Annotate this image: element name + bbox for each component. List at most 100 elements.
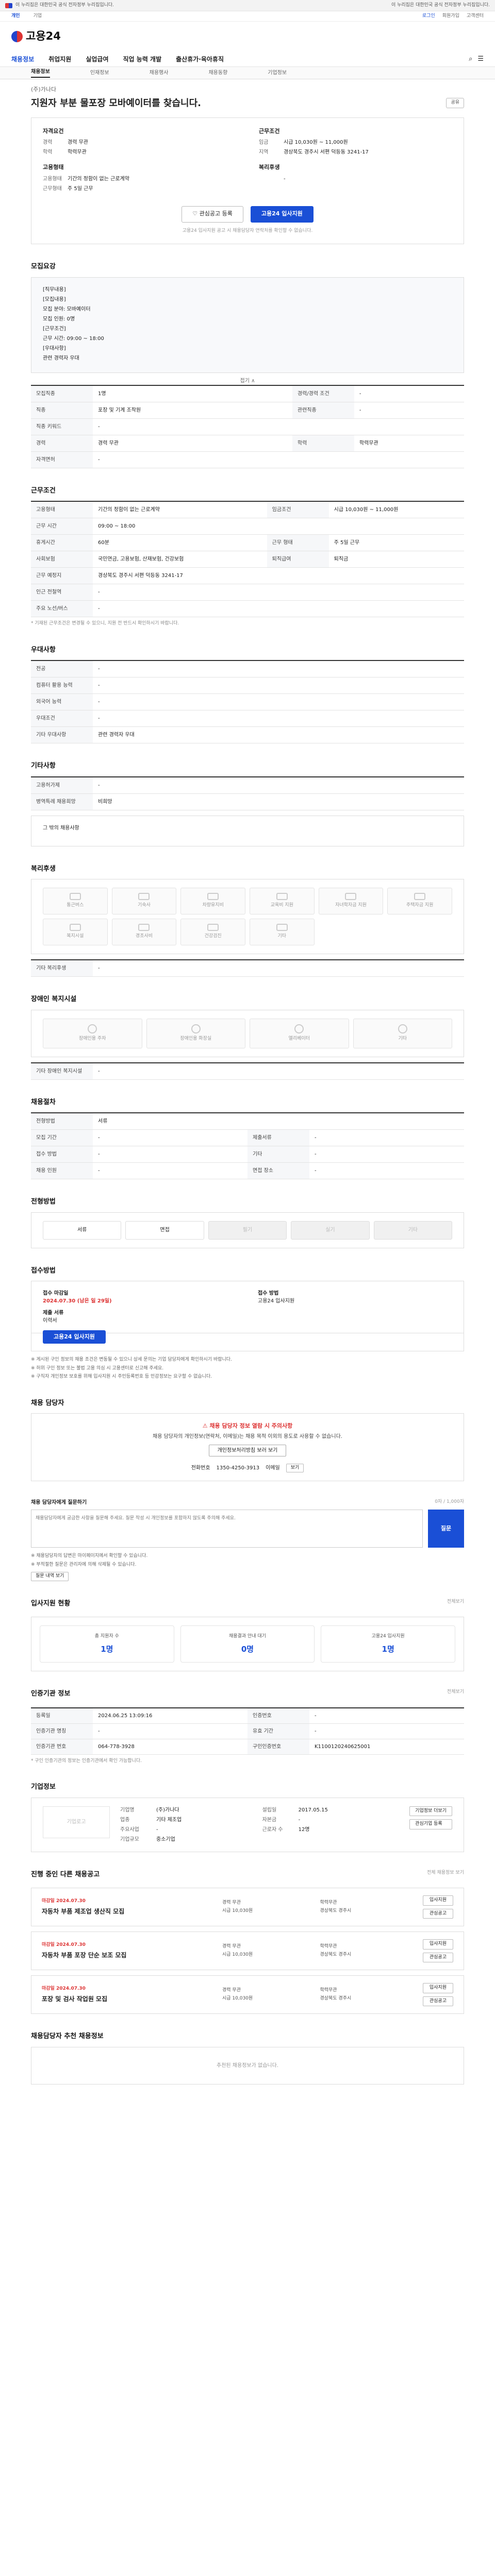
sub-nav-item[interactable]: 기업정보 <box>268 69 287 77</box>
job-action-button[interactable]: 관심공고 <box>422 1952 453 1962</box>
search-icon[interactable]: ⌕ <box>469 54 472 64</box>
privacy-button[interactable]: 개인정보처리방침 보러 보기 <box>208 1444 287 1456</box>
job-action-button[interactable]: 입사지원 <box>422 1983 453 1993</box>
stat-value: 1명 <box>382 1644 394 1654</box>
menu-icon[interactable]: ☰ <box>477 54 484 64</box>
save-job-button[interactable]: ♡ 관심공고 등록 <box>182 206 243 223</box>
tab-company[interactable]: 기업 <box>34 13 42 20</box>
job-meta-item: 시급 10,030원 <box>222 1996 253 2001</box>
table-row: 병역특례 채용희망 비희망 <box>31 793 464 810</box>
process-step: 서류 <box>43 1221 122 1240</box>
table-header-cell: 관련직종 <box>292 402 354 419</box>
nav-item-leave[interactable]: 출산휴가·육아휴직 <box>176 55 224 64</box>
section-receipt: 접수방법 접수 마감일 2024.07.30 (남은 일 29일) 접수 방법 고용2… <box>31 1266 464 1381</box>
table-cell: - <box>354 402 464 419</box>
process-step: 필기 <box>208 1221 287 1240</box>
tab-individual[interactable]: 개인 <box>11 13 20 20</box>
section-title: 진행 중인 다른 채용공고 <box>31 1870 100 1878</box>
logo-text[interactable]: 고용24 <box>26 28 61 45</box>
summary-value: 경상북도 경주시 서편 덕등동 3241-17 <box>284 149 369 155</box>
company-more-button[interactable]: 기업정보 더보기 <box>409 1806 452 1816</box>
jobs-more-link[interactable]: 전체 채용정보 보기 <box>427 1870 464 1885</box>
contact-view-button[interactable]: 보기 <box>286 1463 304 1472</box>
table-header-cell: 직종 <box>31 402 93 419</box>
info-more-link[interactable]: 전체보기 <box>447 1689 464 1704</box>
section-title: 기업정보 <box>31 1783 56 1791</box>
job-title[interactable]: 자동차 부품 포장 단순 보조 모집 <box>42 1951 212 1960</box>
job-title[interactable]: 포장 및 검사 작업원 모집 <box>42 1994 212 2004</box>
info-header-cell: 등록일 <box>31 1708 93 1724</box>
company-key: 기업명 <box>120 1807 135 1813</box>
summary-group-title: 자격요건 <box>43 127 64 134</box>
logo-icon[interactable] <box>11 31 23 42</box>
welfare-icon <box>69 924 81 931</box>
welfare-extra-value: - <box>93 960 464 977</box>
gov-banner: 이 누리집은 대한민국 공식 전자정부 누리집입니다. 이 누리집은 대한민국 … <box>0 0 495 11</box>
sub-nav-item[interactable]: 채용동향 <box>208 69 227 77</box>
table-header-cell: 채용 인원 <box>31 1162 93 1179</box>
job-meta-item: 학력무관 <box>320 1987 337 1993</box>
login-link[interactable]: 로그인 <box>422 13 435 20</box>
recommend-empty: 추천된 채용정보가 없습니다. <box>31 2046 464 2084</box>
qa-send-button[interactable]: 질문 <box>428 1510 464 1548</box>
stats-more-link[interactable]: 전체보기 <box>447 1599 464 1614</box>
sub-nav-item[interactable]: 채용행사 <box>150 69 169 77</box>
job-title[interactable]: 자동차 부품 제조업 생산직 모집 <box>42 1907 212 1916</box>
table-row: 모집 기간 - 제출서류 - <box>31 1129 464 1146</box>
job-meta: 경력 무관 학력무관 시급 10,030원 경상북도 경주시 <box>222 1900 412 1915</box>
welfare-icon <box>345 893 357 901</box>
table-cell: 1명 <box>93 385 292 402</box>
job-meta-item: 경력 무관 <box>222 1943 241 1949</box>
job-action-button[interactable]: 입사지원 <box>422 1939 453 1950</box>
accessibility-icon <box>191 1024 201 1033</box>
job-action-button[interactable]: 입사지원 <box>422 1895 453 1906</box>
job-meta-item: 경상북도 경주시 <box>320 1952 352 1957</box>
nav-item-training[interactable]: 직업 능력 개발 <box>123 55 162 64</box>
support-link[interactable]: 고객센터 <box>467 13 484 20</box>
summary-group: 자격요건 경력 경력 무관 학력 학력무관 <box>43 127 236 159</box>
receipt-apply-button[interactable]: 고용24 입사지원 <box>43 1330 106 1344</box>
job-action-button[interactable]: 관심공고 <box>422 1908 453 1919</box>
signup-link[interactable]: 회원가입 <box>442 13 459 20</box>
gov-banner-right[interactable]: 이 누리집은 대한민국 공식 전자정부 누리집입니다. <box>391 2 490 9</box>
receipt-label: 제출 서류 <box>43 1310 64 1316</box>
nav-item-benefit[interactable]: 실업급여 <box>86 55 108 64</box>
summary-row: 학력 학력무관 <box>43 148 236 156</box>
table-header-cell: 접수 방법 <box>31 1146 93 1163</box>
job-meta-item: 학력무관 <box>320 1900 337 1905</box>
sub-nav-item[interactable]: 인재정보 <box>90 69 109 77</box>
fold-button[interactable]: 접기 ∧ <box>31 377 464 385</box>
nav-item-support[interactable]: 취업지원 <box>48 55 71 64</box>
table-header-cell: 근무 시간 <box>31 518 93 535</box>
company-favorite-button[interactable]: 관심기업 등록 <box>409 1819 452 1829</box>
job-action-button[interactable]: 관심공고 <box>422 1996 453 2006</box>
table-header-cell: 사회보험 <box>31 551 93 568</box>
company-name[interactable]: (주)가나다 <box>31 86 464 94</box>
receipt-label: 접수 방법 <box>258 1291 279 1296</box>
table-cell: 주 5일 근무 <box>328 534 464 551</box>
utility-bar: 개인 기업 로그인 회원가입 고객센터 <box>0 11 495 22</box>
table-header-cell: 근무 형태 <box>267 534 329 551</box>
summary-group-title: 복리후생 <box>259 164 280 171</box>
disabled-label: 장애인용 화장실 <box>180 1036 212 1041</box>
stat-card: 채용결과 안내 대기 0명 <box>180 1625 315 1663</box>
summary-key: 근무형태 <box>43 185 62 192</box>
share-button[interactable]: 공유 <box>446 98 464 108</box>
description-line: 근무 시간: 09:00 ~ 18:00 <box>43 335 104 342</box>
receipt-field: 접수 방법 고용24 입사지원 <box>258 1290 452 1305</box>
table-cell: 학력무관 <box>354 435 464 452</box>
nav-item-jobs[interactable]: 채용정보 <box>11 55 34 64</box>
table-header-cell: 우대조건 <box>31 710 93 727</box>
qa-input[interactable] <box>31 1510 423 1548</box>
table-cell: 국민연금, 고용보험, 산재보험, 건강보험 <box>93 551 267 568</box>
table-header-cell: 자격면허 <box>31 451 93 468</box>
section-title: 입사지원 현황 <box>31 1599 71 1607</box>
gov-banner-text: 이 누리집은 대한민국 공식 전자정부 누리집입니다. <box>15 2 114 8</box>
info-header-cell: 인증기관 번호 <box>31 1739 93 1755</box>
accessibility-icon <box>398 1024 407 1033</box>
sub-nav-item[interactable]: 채용정보 <box>31 68 50 78</box>
welfare-icon <box>207 924 219 931</box>
apply-button[interactable]: 고용24 입사지원 <box>250 206 314 223</box>
table-cell: - <box>93 451 464 468</box>
qa-history-button[interactable]: 질문 내역 보기 <box>31 1572 69 1581</box>
